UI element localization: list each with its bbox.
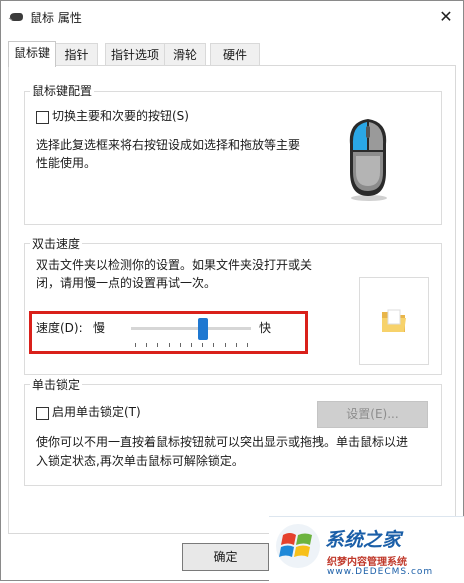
speed-slider-track[interactable] xyxy=(131,327,251,330)
tab-wheel[interactable]: 滑轮 xyxy=(164,43,206,66)
tab-buttons[interactable]: 鼠标键 xyxy=(8,41,56,67)
speed-fast-label: 快 xyxy=(259,321,272,335)
folder-icon[interactable] xyxy=(379,306,409,339)
mouse-properties-window: 鼠标 属性 ✕ 鼠标键 指针 指针选项 滑轮 硬件 鼠标键配置 切换主要和次要的… xyxy=(0,0,464,583)
watermark-overlay: 系统之家 织梦内容管理系统 www.DEDECMS.com xyxy=(269,516,464,583)
speed-slider-tick xyxy=(213,343,215,347)
watermark-subtitle: 织梦内容管理系统 xyxy=(327,557,407,568)
double-click-label: 双击速度 xyxy=(30,235,83,252)
click-lock-enable-label[interactable]: 启用单击锁定(T) xyxy=(52,401,141,423)
watermark-title: 系统之家 xyxy=(325,529,402,551)
click-lock-label: 单击锁定 xyxy=(30,376,83,393)
tab-pointer-options[interactable]: 指针选项 xyxy=(105,43,165,66)
speed-slider-tick xyxy=(191,343,192,347)
test-folder-area[interactable] xyxy=(359,277,429,365)
speed-slider-tick xyxy=(202,343,204,347)
speed-slider-tick xyxy=(146,343,148,347)
mouse-app-icon xyxy=(8,10,24,24)
switch-buttons-checkbox[interactable] xyxy=(36,111,49,124)
watermark-url: www.DEDECMS.com xyxy=(327,567,434,577)
title-bar[interactable]: 鼠标 属性 ✕ xyxy=(1,1,463,33)
speed-slider-tick xyxy=(179,343,181,347)
speed-slider-tick xyxy=(168,343,170,347)
windows-logo-icon xyxy=(275,523,321,569)
click-lock-settings-button[interactable]: 设置(E)... xyxy=(317,401,428,428)
close-icon[interactable]: ✕ xyxy=(434,7,458,27)
window-title: 鼠标 属性 xyxy=(30,11,82,25)
speed-slow-label: 慢 xyxy=(93,321,106,335)
ok-button[interactable]: 确定 xyxy=(182,543,269,571)
speed-slider-tick xyxy=(157,343,159,347)
tab-pointers[interactable]: 指针 xyxy=(55,43,98,66)
double-click-desc-line2: 闭，请用慢一点的设置再试一次。 xyxy=(36,276,217,290)
click-lock-desc-line2: 入锁定状态,再次单击鼠标可解除锁定。 xyxy=(36,454,244,468)
speed-slider-thumb[interactable] xyxy=(198,318,208,340)
speed-slider-tick xyxy=(135,343,136,347)
click-lock-checkbox[interactable] xyxy=(36,407,49,420)
speed-label: 速度(D): xyxy=(36,321,83,335)
button-config-label: 鼠标键配置 xyxy=(30,82,95,99)
mouse-illustration xyxy=(345,114,391,205)
speed-slider-tick xyxy=(247,343,248,347)
speed-slider-tick xyxy=(224,343,226,347)
speed-slider-tick xyxy=(235,343,237,347)
switch-desc-line2: 性能使用。 xyxy=(36,156,97,170)
switch-buttons-label[interactable]: 切换主要和次要的按钮(S) xyxy=(52,105,189,127)
tab-hardware[interactable]: 硬件 xyxy=(210,43,260,66)
